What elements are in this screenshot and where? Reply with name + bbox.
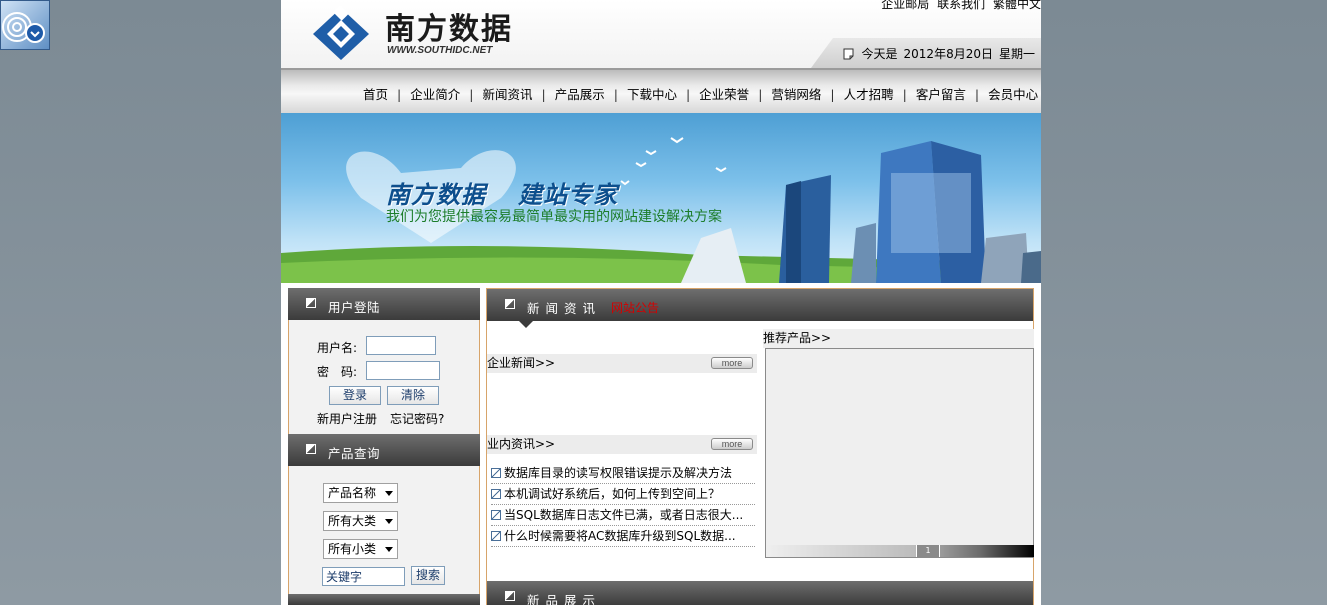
news-list-item[interactable]: 数据库目录的读写权限错误提示及解决方法: [491, 463, 755, 484]
keyword-input[interactable]: [322, 567, 405, 586]
category-big-select-value: 所有大类: [328, 514, 377, 528]
recommend-products-bar: 推荐产品>>: [763, 329, 1034, 348]
logo-title: 南方数据: [385, 12, 513, 47]
product-search-header: 产品查询: [288, 434, 480, 473]
site-page: 南方数据 WWW.SOUTHIDC.NET 企业邮局 联系我们 繁體中文 今天是…: [281, 0, 1041, 605]
industry-news-list: 数据库目录的读写权限错误提示及解决方法 本机调试好系统后，如何上传到空间上？ 当…: [491, 463, 755, 547]
product-name-select[interactable]: 产品名称: [323, 483, 398, 503]
login-panel-header: 用户登陆: [288, 288, 480, 327]
news-list-item[interactable]: 当SQL数据库日志文件已满，或者日志很大...: [491, 505, 755, 526]
new-products-header: 新品展示: [487, 581, 1033, 605]
nav-item-jobs[interactable]: 人才招聘: [844, 84, 916, 103]
panel-header-icon: [306, 444, 316, 454]
nav-item-members[interactable]: 会员中心: [988, 84, 1041, 103]
industry-news-label: 业内资讯>>: [487, 437, 556, 451]
banner-title-slogan: 建站专家: [518, 181, 618, 209]
main-nav: 首页 企业简介 新闻资讯 产品展示 下载中心 企业荣誉 营销网络 人才招聘 客户…: [281, 68, 1041, 113]
news-list-item[interactable]: 本机调试好系统后，如何上传到空间上？: [491, 484, 755, 505]
news-item-title[interactable]: 本机调试好系统后，如何上传到空间上？: [504, 484, 720, 504]
weekday: 星期一: [998, 47, 1035, 61]
logo-diamond-icon: [313, 6, 369, 60]
news-panel-header: 新闻资讯 网站公告: [487, 289, 1033, 328]
chevron-down-icon: [385, 519, 393, 524]
panel-header-icon: [306, 298, 316, 308]
login-panel: 用户名: 密 码: 登录 清除 新用户注册 忘记密码?: [288, 320, 480, 434]
news-item-title[interactable]: 当SQL数据库日志文件已满，或者日志很大...: [504, 505, 743, 525]
date-value: 2012年8月20日: [903, 47, 993, 61]
date-label: 今天是: [861, 47, 898, 61]
product-pager: 1: [766, 545, 1034, 557]
news-item-title[interactable]: 数据库目录的读写权限错误提示及解决方法: [504, 463, 732, 483]
product-search-title: 产品查询: [328, 446, 381, 461]
top-link-contact[interactable]: 联系我们: [937, 0, 985, 11]
login-button[interactable]: 登录: [329, 386, 381, 405]
register-link[interactable]: 新用户注册: [317, 410, 377, 427]
news-list-item[interactable]: 什么时候需要将AC数据库升级到SQL数据...: [491, 526, 755, 547]
nav-item-about[interactable]: 企业简介: [410, 84, 482, 103]
next-panel-header: [288, 594, 480, 605]
news-panel-title: 新闻资讯: [527, 301, 602, 316]
login-panel-title: 用户登陆: [328, 300, 381, 315]
panel-pointer-icon: [519, 321, 533, 328]
news-item-title[interactable]: 什么时候需要将AC数据库升级到SQL数据...: [504, 526, 736, 546]
company-news-label: 企业新闻>>: [487, 356, 556, 370]
category-small-select-value: 所有小类: [328, 542, 377, 556]
nav-item-news[interactable]: 新闻资讯: [482, 84, 554, 103]
chevron-down-icon: [385, 547, 393, 552]
product-search-panel: 产品名称 所有大类 所有小类 搜索: [288, 466, 480, 594]
chevron-down-icon: [385, 491, 393, 496]
industry-news-more-button[interactable]: more: [711, 438, 753, 450]
banner: 南方数据 建站专家 我们为您提供最容易最简单最实用的网站建设解决方案: [281, 113, 1041, 283]
company-news-more-button[interactable]: more: [711, 357, 753, 369]
top-link-traditional[interactable]: 繁體中文: [993, 0, 1041, 11]
nav-item-honors[interactable]: 企业荣誉: [699, 84, 771, 103]
arrow-bullet-icon: [491, 531, 501, 541]
recommend-products-frame: 1: [765, 348, 1034, 558]
banner-subtitle: 我们为您提供最容易最简单最实用的网站建设解决方案: [386, 209, 722, 225]
search-button[interactable]: 搜索: [411, 566, 445, 585]
panel-header-icon: [505, 591, 515, 601]
clear-button[interactable]: 清除: [387, 386, 439, 405]
site-header: 南方数据 WWW.SOUTHIDC.NET 企业邮局 联系我们 繁體中文 今天是…: [281, 0, 1041, 68]
date-display: 今天是 2012年8月20日 星期一: [843, 45, 1041, 62]
password-label: 密 码:: [317, 365, 358, 379]
news-panel: 新闻资讯 网站公告 企业新闻>> more 业内资讯>> more 数据库目录的…: [486, 288, 1034, 605]
panel-header-icon: [505, 299, 515, 309]
top-link-mail[interactable]: 企业邮局: [881, 0, 929, 11]
desktop-shortcut-icon[interactable]: [0, 0, 50, 50]
new-products-title: 新品展示: [527, 593, 602, 605]
category-small-select[interactable]: 所有小类: [323, 539, 398, 559]
announcement-ticker[interactable]: 网站公告: [611, 299, 659, 316]
forgot-password-link[interactable]: 忘记密码?: [390, 410, 444, 427]
banner-title-brand: 南方数据: [386, 181, 486, 209]
note-icon: [843, 48, 854, 59]
arrow-bullet-icon: [491, 489, 501, 499]
category-big-select[interactable]: 所有大类: [323, 511, 398, 531]
banner-title: 南方数据 建站专家: [386, 175, 618, 210]
pager-page-1[interactable]: 1: [916, 545, 940, 557]
nav-item-guestbook[interactable]: 客户留言: [916, 84, 988, 103]
nav-item-downloads[interactable]: 下载中心: [627, 84, 699, 103]
username-label: 用户名:: [317, 341, 358, 355]
username-input[interactable]: [366, 336, 436, 355]
arrow-bullet-icon: [491, 468, 501, 478]
nav-item-network[interactable]: 营销网络: [771, 84, 843, 103]
logo-url: WWW.SOUTHIDC.NET: [387, 45, 493, 56]
nav-item-products[interactable]: 产品展示: [555, 84, 627, 103]
password-input[interactable]: [366, 361, 440, 380]
nav-item-home[interactable]: 首页: [363, 84, 410, 103]
arrow-bullet-icon: [491, 510, 501, 520]
product-name-select-value: 产品名称: [328, 486, 377, 500]
top-links: 企业邮局 联系我们 繁體中文: [877, 0, 1041, 12]
recommend-products-label: 推荐产品>>: [763, 331, 832, 345]
